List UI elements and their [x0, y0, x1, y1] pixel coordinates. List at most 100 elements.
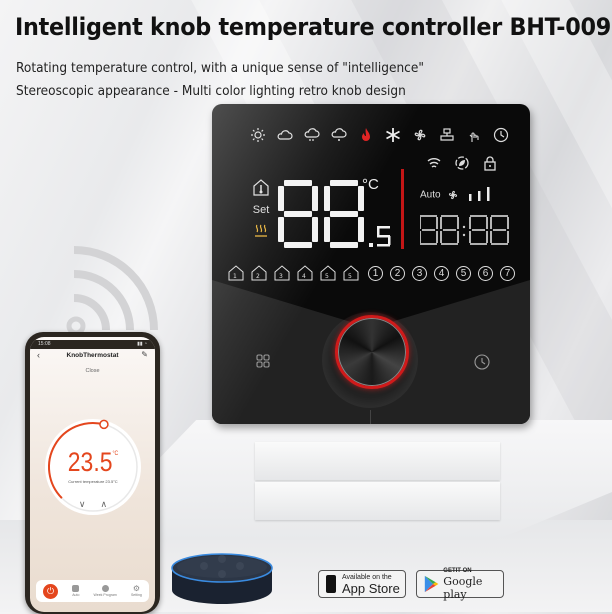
set-temperature: 23.5°C [52, 447, 134, 478]
smart-speaker [171, 553, 273, 604]
day-6-indicator: 6 [478, 265, 493, 281]
temperature-dial[interactable]: 23.5°C Current temperature 23.5°C ∨ ∧ [45, 419, 141, 515]
clock-colon [462, 225, 466, 229]
thermostat-device: Set °C Auto 1234551234567 [212, 104, 530, 424]
day-4-indicator: 4 [434, 265, 449, 281]
day-7-indicator: 7 [500, 265, 515, 281]
lcd-left-indicators: Set [246, 178, 276, 242]
schedule-clock-icon[interactable] [474, 354, 490, 370]
menu-grid-icon[interactable] [256, 354, 270, 368]
phone-screen: 15:08 ▮▮ ◔ ‹ KnobThermostat ✎ Close 23.5… [30, 337, 155, 612]
temperature-knob[interactable] [335, 315, 409, 389]
gear-icon: ⚙ [132, 584, 140, 593]
temp-adjust: ∨ ∧ [45, 499, 141, 510]
bottom-tab-bar: ⏻ Auto Week Program ⚙ Setting [36, 580, 149, 602]
rain-cloud-icon [302, 125, 322, 145]
temp-digit-segment [312, 186, 318, 211]
room-thermometer-icon [253, 179, 269, 196]
temp-digit-segment [278, 186, 284, 211]
tab-label: Auto [72, 593, 80, 597]
program-mode-2-icon: 2 [251, 265, 269, 281]
unit-label: °C [362, 176, 379, 193]
fan-speed-icon [449, 190, 458, 200]
tab-week-program[interactable]: Week Program [94, 585, 117, 597]
fan-mode-text: Auto [420, 189, 441, 201]
clock-icon [491, 125, 511, 145]
program-mode-row: 1234551234567 [228, 265, 515, 281]
hand-touch-icon [464, 125, 484, 145]
tab-power[interactable]: ⏻ [43, 583, 59, 599]
volume-down-button[interactable] [218, 570, 226, 578]
tab-setting[interactable]: ⚙ Setting [130, 584, 142, 598]
pedestal-block [255, 482, 500, 520]
tab-label: Setting [130, 593, 142, 597]
page-title: Intelligent knob temperature controller … [15, 13, 612, 41]
clock-digit [469, 215, 488, 245]
eco-icon [452, 153, 472, 173]
program-mode-5-icon: 5 [320, 265, 338, 281]
svg-text:1: 1 [233, 273, 237, 280]
set-label: Set [252, 204, 270, 216]
phone-icon [326, 575, 336, 593]
weather-mode-icons [248, 125, 511, 145]
device-state: Close [85, 368, 100, 374]
red-divider [401, 169, 404, 249]
status-bar: 15:08 ▮▮ ◔ [30, 340, 155, 349]
temp-up-button[interactable]: ∧ [101, 499, 108, 509]
program-mode-6-icon: 5 [343, 265, 361, 281]
program-mode-4-icon: 4 [297, 265, 315, 281]
mic-button[interactable] [200, 562, 208, 570]
day-3-indicator: 3 [412, 265, 427, 281]
drizzle-cloud-icon [329, 125, 349, 145]
temp-digit-segment [278, 217, 284, 242]
status-icons: ▮▮ ◔ [137, 341, 147, 347]
decimal-digit-segment [377, 227, 380, 236]
app-title: KnobThermostat [66, 352, 119, 359]
cloud-icon [275, 125, 295, 145]
subtitle-1: Rotating temperature control, with a uni… [16, 60, 424, 76]
temp-digit-segment [330, 242, 358, 248]
subtitle-2: Stereoscopic appearance - Multi color li… [16, 83, 406, 99]
power-icon: ⏻ [43, 583, 59, 599]
fan-speed-bars [469, 187, 490, 201]
program-mode-3-icon: 3 [274, 265, 292, 281]
status-icons [424, 153, 500, 173]
clock-colon [462, 233, 466, 237]
tab-auto[interactable]: Auto [72, 585, 79, 597]
wifi-watermark-icon [66, 246, 158, 336]
decimal-point [369, 243, 373, 247]
google-small-text: GETIT ON [443, 568, 472, 574]
temp-digit-segment [330, 180, 358, 186]
flame-icon [356, 125, 376, 145]
dial-handle[interactable] [99, 419, 109, 430]
app-store-text: App Store [342, 580, 400, 596]
pedestal-block [255, 442, 500, 480]
floor-heating-icon [255, 224, 267, 237]
auto-icon [72, 585, 80, 592]
temp-digit-segment [312, 217, 318, 242]
clock-digit [490, 215, 509, 245]
knob-marker [370, 410, 371, 424]
volume-button[interactable] [236, 562, 244, 570]
lock-icon [480, 153, 500, 173]
app-store-badge[interactable]: Available on the App Store [318, 570, 406, 598]
edit-button[interactable]: ✎ [141, 350, 148, 359]
wifi-icon [424, 153, 444, 173]
sun-icon [248, 125, 268, 145]
day-1-indicator: 1 [368, 265, 383, 281]
clock-digit [440, 215, 459, 245]
svg-text:3: 3 [279, 273, 283, 280]
tab-label: Week Program [93, 593, 117, 597]
temp-down-button[interactable]: ∨ [79, 499, 86, 509]
temp-digit-segment [284, 242, 312, 248]
google-play-badge[interactable]: GETIT ON Google play [416, 568, 504, 601]
status-time: 15:08 [38, 341, 51, 347]
smartphone: 15:08 ▮▮ ◔ ‹ KnobThermostat ✎ Close 23.5… [25, 332, 160, 614]
week-program-icon [101, 585, 109, 592]
svg-text:5: 5 [348, 273, 352, 280]
action-button[interactable] [218, 555, 226, 563]
fan-icon [410, 125, 430, 145]
svg-text:2: 2 [256, 273, 260, 280]
decimal-digit-segment [377, 244, 390, 247]
day-2-indicator: 2 [390, 265, 405, 281]
